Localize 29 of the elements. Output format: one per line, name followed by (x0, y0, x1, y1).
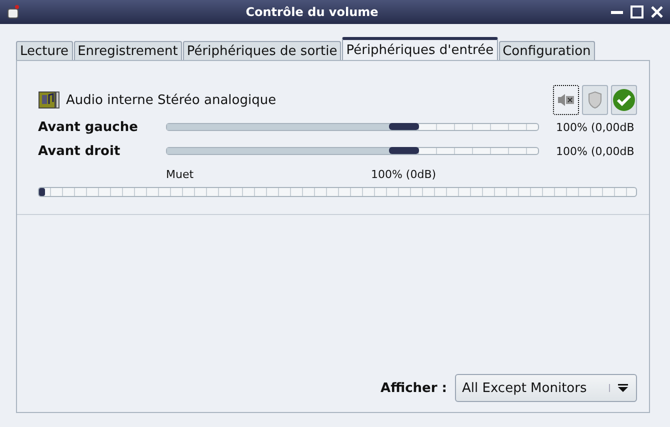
volume-reading: 100% (0,00dB (556, 144, 634, 158)
default-button[interactable] (611, 85, 637, 115)
slider-thumb[interactable] (389, 123, 420, 130)
channel-name: Avant droit (38, 144, 122, 158)
app-icon (6, 4, 20, 20)
tab[interactable]: Périphériques de sortie (182, 41, 342, 61)
close-icon[interactable] (650, 5, 664, 19)
slider-thumb[interactable] (389, 147, 420, 154)
volume-slider[interactable] (166, 147, 539, 155)
dropdown-arrow-icon (609, 384, 628, 392)
sound-card-icon (38, 90, 60, 110)
mute-button[interactable] (553, 85, 579, 115)
shield-icon (587, 91, 603, 109)
tab[interactable]: Périphériques d'entrée (342, 37, 498, 61)
checkmark-icon (612, 88, 636, 112)
scale-label: Muet (166, 168, 194, 181)
volume-slider[interactable] (166, 123, 539, 131)
tab[interactable]: Lecture (16, 41, 73, 61)
maximize-icon[interactable] (630, 5, 644, 19)
tab[interactable]: Enregistrement (74, 41, 182, 61)
device-name: Audio interne Stéréo analogique (66, 92, 278, 108)
scale-label: 100% (0dB) (370, 168, 436, 181)
window-title: Contrôle du volume (244, 5, 380, 19)
filter-dropdown[interactable]: All Except Monitors (455, 374, 637, 402)
channel-name: Avant gauche (38, 120, 139, 134)
speaker-icon (557, 93, 575, 107)
filter-label: Afficher : (380, 380, 447, 396)
tab[interactable]: Configuration (498, 41, 595, 61)
volume-reading: 100% (0,00dB (556, 120, 634, 134)
